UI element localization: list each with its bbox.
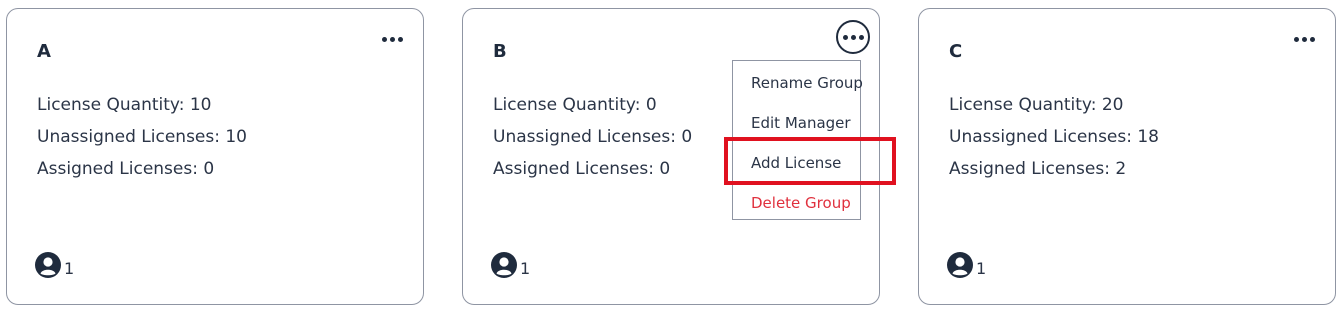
assigned-licenses: Assigned Licenses: 2	[949, 159, 1127, 179]
license-stats: License Quantity: 20 Unassigned Licenses…	[949, 89, 1159, 185]
unassigned-licenses: Unassigned Licenses: 18	[949, 127, 1160, 147]
member-count: 1	[64, 258, 75, 278]
more-options-button-active[interactable]	[836, 20, 870, 54]
member-summary[interactable]: 1	[35, 252, 74, 278]
license-stats: License Quantity: 10 Unassigned Licenses…	[37, 89, 247, 185]
menu-item-add-license[interactable]: Add License	[733, 143, 860, 183]
assigned-licenses: Assigned Licenses: 0	[493, 159, 671, 179]
member-summary[interactable]: 1	[491, 252, 530, 278]
license-quantity: License Quantity: 10	[37, 95, 212, 115]
more-options-button[interactable]	[375, 22, 409, 56]
user-avatar-icon	[491, 252, 517, 278]
menu-item-rename-group[interactable]: Rename Group	[733, 63, 863, 103]
unassigned-licenses: Unassigned Licenses: 10	[37, 127, 248, 147]
menu-item-delete-group[interactable]: Delete Group	[733, 183, 860, 223]
group-card-c: C License Quantity: 20 Unassigned Licens…	[918, 8, 1336, 305]
group-title: C	[949, 41, 963, 62]
member-summary[interactable]: 1	[947, 252, 986, 278]
member-count: 1	[520, 258, 531, 278]
group-options-menu: Rename Group Edit Manager Add License De…	[732, 60, 863, 223]
menu-item-edit-manager[interactable]: Edit Manager	[733, 103, 860, 143]
more-horizontal-icon	[381, 36, 403, 42]
user-avatar-icon	[947, 252, 973, 278]
license-quantity: License Quantity: 20	[949, 95, 1124, 115]
license-stats: License Quantity: 0 Unassigned Licenses:…	[493, 89, 692, 185]
more-horizontal-icon	[1293, 36, 1315, 42]
more-horizontal-icon	[842, 34, 864, 40]
assigned-licenses: Assigned Licenses: 0	[37, 159, 215, 179]
license-quantity: License Quantity: 0	[493, 95, 657, 115]
group-title: A	[37, 41, 51, 62]
unassigned-licenses: Unassigned Licenses: 0	[493, 127, 693, 147]
more-options-button[interactable]	[1287, 22, 1321, 56]
group-title: B	[493, 41, 507, 62]
member-count: 1	[976, 258, 987, 278]
user-avatar-icon	[35, 252, 61, 278]
group-card-a: A License Quantity: 10 Unassigned Licens…	[6, 8, 424, 305]
